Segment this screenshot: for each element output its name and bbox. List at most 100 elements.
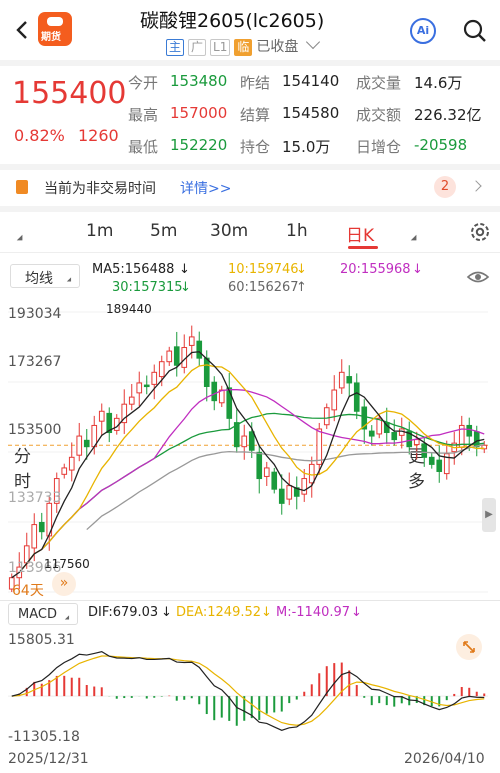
status-label: 已收盘 xyxy=(256,39,299,55)
chevron-right-icon[interactable] xyxy=(470,180,482,192)
divider xyxy=(0,252,500,253)
candle-body xyxy=(136,382,143,394)
dea-line xyxy=(11,655,485,726)
tab-1h[interactable]: 1h xyxy=(286,221,308,241)
stat-label: 持仓 xyxy=(240,138,271,156)
macd-dif-arrow-icon: ↓ xyxy=(161,605,172,620)
notice-link[interactable]: 详情>> xyxy=(180,178,231,198)
kline-chart[interactable] xyxy=(0,298,500,598)
candle-body xyxy=(226,387,233,419)
ma30-arrow-icon: ↓ xyxy=(180,280,191,295)
macd-selector[interactable]: MACD xyxy=(8,603,78,625)
page-title: 碳酸锂2605(lc2605) xyxy=(140,10,325,32)
candle-body xyxy=(338,371,345,389)
double-chevron-icon[interactable]: » xyxy=(52,572,76,596)
high-label: 189440 xyxy=(106,302,152,316)
candle-body xyxy=(248,431,255,451)
macd-dea: DEA:1249.52 xyxy=(176,605,262,620)
low-label: 117560 xyxy=(44,557,90,571)
candle-body xyxy=(286,485,293,500)
tab-5m[interactable]: 5m xyxy=(150,221,177,241)
candle-body xyxy=(76,435,83,456)
y-axis-label-2: 173267 xyxy=(8,354,62,370)
divider xyxy=(0,206,500,212)
side-collapse-handle[interactable]: ▶ xyxy=(482,498,496,532)
candle-body xyxy=(301,478,308,495)
y-axis-label-4: 133733 xyxy=(8,490,62,506)
candle-body xyxy=(428,456,435,465)
expand-icon[interactable] xyxy=(456,634,482,660)
candle-body xyxy=(203,357,210,387)
stat-value: -20598 xyxy=(414,136,468,154)
tab-active-indicator xyxy=(348,246,378,249)
tag-row: 主广 L1 临已收盘 xyxy=(166,34,321,56)
ai-icon[interactable]: Ai xyxy=(410,18,436,44)
stat-label: 最高 xyxy=(128,106,159,124)
stat-label: 成交额 xyxy=(356,106,402,124)
macd-selector-caret-icon xyxy=(64,615,72,622)
candle-body xyxy=(143,384,150,388)
candle-body xyxy=(278,488,285,504)
notice-icon xyxy=(16,180,28,194)
ma-selector-caret-icon xyxy=(66,277,74,284)
ma30-value: 30:157315 xyxy=(112,280,183,295)
notice-bar[interactable]: 当前为非交易时间 详情>> 2 xyxy=(0,172,500,202)
candle-body xyxy=(241,435,248,448)
settings-icon[interactable] xyxy=(468,220,492,244)
tab-fenshi[interactable]: 分时 xyxy=(14,221,31,492)
candle-body xyxy=(38,521,45,533)
app: 期货 碳酸锂2605(lc2605) 主广 L1 临已收盘 Ai 155400 0.… xyxy=(0,0,500,773)
search-icon[interactable] xyxy=(462,18,488,44)
notice-text: 当前为非交易时间 xyxy=(44,181,156,197)
stat-label: 最低 xyxy=(128,138,159,156)
candle-body xyxy=(211,381,218,402)
tag-guang: 广 xyxy=(188,39,207,56)
ma-selector-label: 均线 xyxy=(25,271,53,287)
candle-body xyxy=(68,456,75,471)
candle-body xyxy=(166,350,173,363)
tab-1m[interactable]: 1m xyxy=(86,221,113,241)
candle-body xyxy=(256,451,263,480)
macd-dea-arrow-icon: ↓ xyxy=(261,605,272,620)
stat-value: 154580 xyxy=(282,104,340,122)
eye-icon[interactable] xyxy=(466,268,490,286)
change-pct: 0.82% xyxy=(14,126,65,145)
y-axis-label-top: 193034 xyxy=(8,306,62,322)
candle-body xyxy=(413,439,420,446)
stat-label: 结算 xyxy=(240,106,271,124)
stat-value: 154140 xyxy=(282,72,340,90)
chevron-down-icon[interactable] xyxy=(306,34,321,50)
stat-value: 157000 xyxy=(170,104,228,122)
tag-lin: 临 xyxy=(234,39,253,56)
candle-body xyxy=(61,467,68,475)
notice-count-badge[interactable]: 2 xyxy=(434,176,456,198)
candle-body xyxy=(158,361,165,378)
divider xyxy=(0,164,500,170)
candle-body xyxy=(368,430,375,437)
last-price: 155400 xyxy=(12,76,127,111)
date-start: 2025/12/31 xyxy=(8,751,89,767)
divider xyxy=(0,600,500,601)
stat-value: 14.6万 xyxy=(414,74,463,92)
candle-body xyxy=(323,407,330,426)
candle-body xyxy=(98,410,105,422)
stat-value: 15.0万 xyxy=(282,138,331,156)
ma10-arrow-icon: ↓ xyxy=(296,262,307,277)
ma-selector[interactable]: 均线 xyxy=(10,264,80,288)
tag-main: 主 xyxy=(166,39,185,56)
tag-l1: L1 xyxy=(210,39,231,56)
ma20-value: 20:155968 xyxy=(340,262,411,277)
stat-value: 152220 xyxy=(170,136,228,154)
tab-more[interactable]: 更多 xyxy=(408,221,425,492)
back-icon[interactable] xyxy=(10,18,34,42)
candle-body xyxy=(391,432,398,441)
stat-label: 成交量 xyxy=(356,74,402,92)
tab-30m[interactable]: 30m xyxy=(210,221,248,241)
ma10-value: 10:159746 xyxy=(228,262,299,277)
macd-selector-label: MACD xyxy=(18,607,57,622)
candle-body xyxy=(173,346,180,366)
stat-label: 日增仓 xyxy=(356,138,402,156)
tab-day-k[interactable]: 日K xyxy=(346,221,374,246)
ma10-line xyxy=(18,364,485,573)
macd-y-top: 15805.31 xyxy=(8,632,75,648)
